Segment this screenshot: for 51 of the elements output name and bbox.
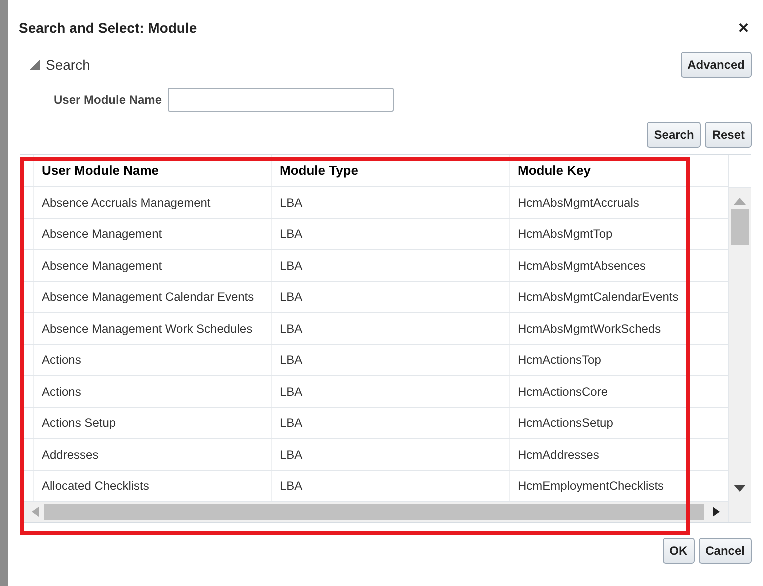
search-button[interactable]: Search bbox=[647, 122, 702, 148]
left-arrow-icon bbox=[32, 507, 40, 518]
up-arrow-icon bbox=[734, 198, 746, 205]
table-cell: HcmActionsSetup bbox=[509, 408, 727, 438]
scrollbar-thumb[interactable] bbox=[44, 504, 704, 520]
table-cell: HcmAbsMgmtCalendarEvents bbox=[509, 282, 727, 312]
table-cell: LBA bbox=[271, 250, 509, 281]
search-disclosure[interactable]: Search bbox=[30, 57, 90, 73]
table-cell: Absence Management Work Schedules bbox=[33, 313, 271, 344]
triangle-icon bbox=[30, 60, 40, 70]
scrollbar-thumb[interactable] bbox=[731, 209, 749, 245]
table-cell: HcmActionsTop bbox=[509, 344, 727, 376]
table-cell: LBA bbox=[271, 470, 509, 502]
table-cell: HcmAbsMgmtTop bbox=[509, 218, 727, 250]
table-cell: Absence Management bbox=[33, 250, 271, 281]
table-cell: LBA bbox=[271, 376, 509, 407]
table-cell: LBA bbox=[271, 313, 509, 344]
right-arrow-icon bbox=[712, 507, 720, 518]
dialog-title: Search and Select: Module bbox=[19, 20, 198, 36]
column-header[interactable]: User Module Name bbox=[33, 155, 271, 186]
table-cell: Actions bbox=[33, 344, 271, 376]
column-header[interactable]: Module Type bbox=[271, 155, 509, 186]
table-cell: LBA bbox=[271, 408, 509, 438]
table-cell: LBA bbox=[271, 187, 509, 218]
table-cell: HcmAbsMgmtWorkScheds bbox=[509, 313, 727, 344]
down-arrow-icon bbox=[734, 485, 746, 492]
table-cell: Allocated Checklists bbox=[33, 470, 271, 502]
table-cell: LBA bbox=[271, 218, 509, 250]
table-cell: Addresses bbox=[33, 439, 271, 470]
advanced-button[interactable]: Advanced bbox=[680, 52, 752, 78]
table-cell: Absence Management Calendar Events bbox=[33, 282, 271, 312]
table-cell: HcmAddresses bbox=[509, 439, 727, 470]
vertical-scrollbar[interactable] bbox=[728, 155, 751, 522]
table-cell: LBA bbox=[271, 282, 509, 312]
field-label: User Module Name bbox=[54, 93, 162, 107]
column-header[interactable]: Module Key bbox=[509, 155, 727, 186]
table-cell: HcmAbsMgmtAbsences bbox=[509, 250, 727, 281]
table-cell: HcmAbsMgmtAccruals bbox=[509, 187, 727, 218]
ok-button[interactable]: OK bbox=[662, 538, 695, 564]
table-cell: HcmEmploymentChecklists bbox=[509, 470, 727, 502]
reset-button[interactable]: Reset bbox=[705, 122, 752, 148]
table-cell: LBA bbox=[271, 344, 509, 376]
input-field[interactable] bbox=[168, 88, 394, 112]
table-cell: Actions Setup bbox=[33, 408, 271, 438]
cancel-button[interactable]: Cancel bbox=[698, 538, 752, 564]
table-cell: Absence Accruals Management bbox=[33, 187, 271, 218]
table-cell: LBA bbox=[271, 439, 509, 470]
table-cell: Actions bbox=[33, 376, 271, 407]
table-cell: HcmActionsCore bbox=[509, 376, 727, 407]
close-button[interactable]: × bbox=[738, 18, 749, 38]
table-cell: Absence Management bbox=[33, 218, 271, 250]
